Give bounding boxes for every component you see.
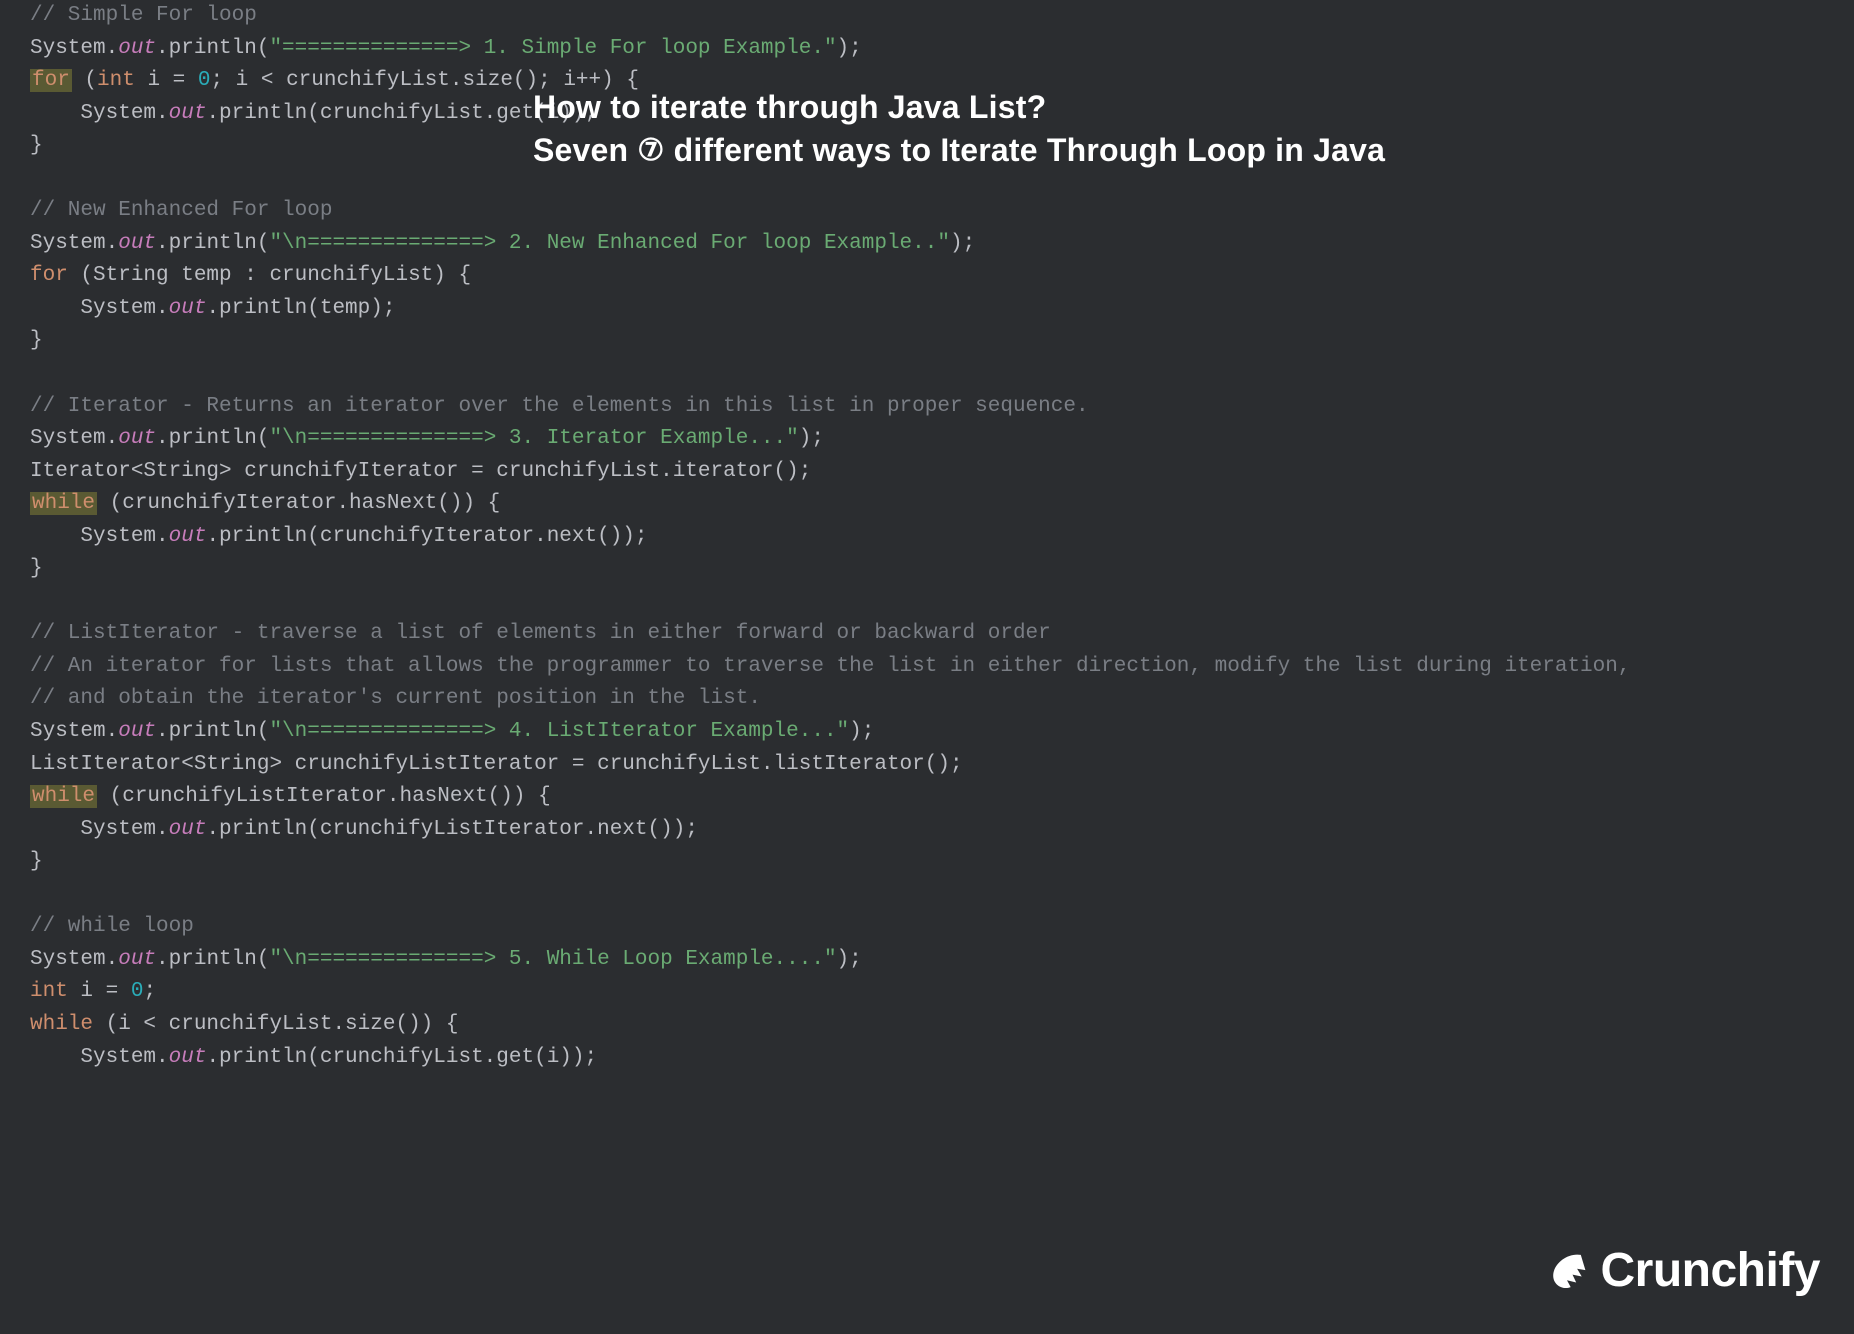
code-text: ); [849, 720, 874, 743]
code-text: System. [30, 525, 169, 548]
code-comment: // and obtain the iterator's current pos… [30, 687, 761, 710]
code-keyword: while [30, 785, 97, 808]
code-field: out [118, 232, 156, 255]
code-field: out [169, 297, 207, 320]
code-comment: // ListIterator - traverse a list of ele… [30, 622, 1051, 645]
code-string: "\n==============> 2. New Enhanced For l… [269, 232, 950, 255]
code-string: "\n==============> 3. Iterator Example..… [269, 427, 798, 450]
code-number: 0 [198, 69, 211, 92]
code-keyword: while [30, 1013, 93, 1036]
code-comment: // while loop [30, 915, 194, 938]
code-text: .println( [156, 948, 269, 971]
code-text: System. [30, 1046, 169, 1069]
code-text: } [30, 329, 43, 352]
code-field: out [169, 525, 207, 548]
code-keyword: while [30, 492, 97, 515]
code-text: .println(crunchifyList.get(i)); [206, 1046, 597, 1069]
code-field: out [169, 1046, 207, 1069]
title-line-2: Seven ⑦ different ways to Iterate Throug… [533, 129, 1385, 173]
code-text: .println( [156, 427, 269, 450]
code-string: "\n==============> 5. While Loop Example… [269, 948, 836, 971]
code-text: ); [799, 427, 824, 450]
code-keyword: for [30, 264, 68, 287]
code-text: } [30, 850, 43, 873]
logo-text: Crunchify [1600, 1234, 1820, 1308]
code-text: ListIterator<String> crunchifyListIterat… [30, 753, 963, 776]
code-field: out [118, 720, 156, 743]
code-field: out [118, 948, 156, 971]
code-text: (crunchifyIterator.hasNext()) { [97, 492, 500, 515]
code-comment: // Iterator - Returns an iterator over t… [30, 395, 1089, 418]
code-number: 0 [131, 980, 144, 1003]
code-text: .println(crunchifyListIterator.next()); [206, 818, 697, 841]
code-text: ( [72, 69, 97, 92]
code-comment: // An iterator for lists that allows the… [30, 655, 1630, 678]
code-text: .println(temp); [206, 297, 395, 320]
code-text: System. [30, 102, 169, 125]
code-text: System. [30, 297, 169, 320]
code-field: out [169, 818, 207, 841]
circled-seven-icon: ⑦ [637, 134, 664, 167]
code-text: Iterator<String> crunchifyIterator = cru… [30, 460, 811, 483]
code-text: i = [135, 69, 198, 92]
crunchify-leaf-icon [1544, 1248, 1590, 1294]
title-line-1: How to iterate through Java List? [533, 86, 1385, 129]
code-text: .println( [156, 37, 269, 60]
code-text: System. [30, 818, 169, 841]
code-field: out [118, 37, 156, 60]
code-text: System. [30, 720, 118, 743]
code-text: .println(crunchifyIterator.next()); [206, 525, 647, 548]
code-text: System. [30, 37, 118, 60]
title-text: different ways to Iterate Through Loop i… [664, 132, 1385, 168]
code-text: System. [30, 427, 118, 450]
code-keyword: for [30, 69, 72, 92]
code-field: out [118, 427, 156, 450]
title-text: Seven [533, 132, 637, 168]
code-text: ; [143, 980, 156, 1003]
code-keyword: int [97, 69, 135, 92]
code-text: .println( [156, 720, 269, 743]
code-text: } [30, 557, 43, 580]
code-comment: // New Enhanced For loop [30, 199, 332, 222]
code-field: out [169, 102, 207, 125]
title-overlay: How to iterate through Java List? Seven … [533, 86, 1385, 173]
code-text: ); [837, 37, 862, 60]
code-text: System. [30, 232, 118, 255]
code-string: "\n==============> 4. ListIterator Examp… [269, 720, 849, 743]
crunchify-logo: Crunchify [1544, 1234, 1820, 1308]
code-text: (crunchifyListIterator.hasNext()) { [97, 785, 551, 808]
code-text: i = [68, 980, 131, 1003]
code-text: (String temp : crunchifyList) { [68, 264, 471, 287]
code-text: } [30, 134, 43, 157]
code-text: .println( [156, 232, 269, 255]
code-string: "==============> 1. Simple For loop Exam… [269, 37, 836, 60]
code-text: (i < crunchifyList.size()) { [93, 1013, 458, 1036]
code-comment: // Simple For loop [30, 4, 257, 27]
code-text: ); [837, 948, 862, 971]
code-text: ); [950, 232, 975, 255]
code-text: System. [30, 948, 118, 971]
code-keyword: int [30, 980, 68, 1003]
